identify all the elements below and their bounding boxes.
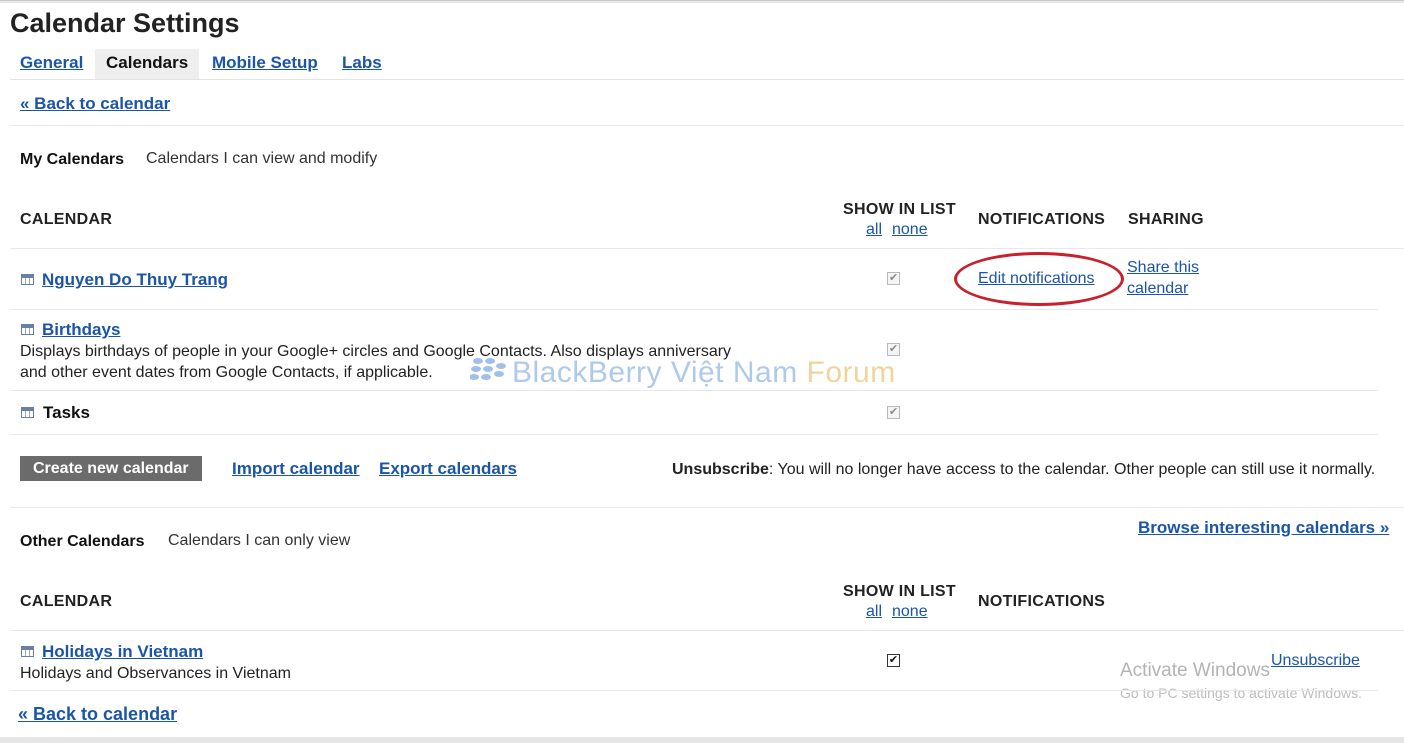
activate-windows-subtitle: Go to PC settings to activate Windows. xyxy=(1120,685,1362,701)
calendar-link-nguyen-do-thuy-trang[interactable]: Nguyen Do Thuy Trang xyxy=(42,270,228,290)
calendar-icon xyxy=(21,407,34,418)
other-calendars-subtitle: Calendars I can only view xyxy=(168,532,351,549)
export-calendars-link[interactable]: Export calendars xyxy=(379,459,517,479)
column-header-notifications: NOTIFICATIONS xyxy=(978,211,1106,228)
column-header-calendar: CALENDAR xyxy=(20,211,113,228)
column-header-sharing: SHARING xyxy=(1128,211,1204,228)
divider xyxy=(10,309,1378,310)
calendar-link-birthdays[interactable]: Birthdays xyxy=(42,320,120,340)
my-calendars-title: My Calendars xyxy=(20,151,125,168)
blackberry-logo-icon xyxy=(470,358,506,380)
my-calendars-subtitle: Calendars I can view and modify xyxy=(146,150,378,167)
divider xyxy=(10,434,1378,435)
column-header-calendar: CALENDAR xyxy=(20,593,113,610)
divider xyxy=(10,630,1404,631)
show-all-link[interactable]: all xyxy=(866,221,882,239)
other-calendars-title: Other Calendars xyxy=(20,533,145,550)
divider xyxy=(10,390,1378,391)
calendar-icon xyxy=(21,324,34,335)
show-none-link[interactable]: none xyxy=(892,221,928,239)
show-in-list-checkbox[interactable]: ✔ xyxy=(887,406,900,419)
calendar-description-line2: and other event dates from Google Contac… xyxy=(20,364,433,381)
page-title: Calendar Settings xyxy=(10,8,240,38)
column-header-show-in-list: SHOW IN LIST xyxy=(843,583,956,600)
divider xyxy=(10,690,1378,691)
tab-mobile-setup[interactable]: Mobile Setup xyxy=(212,49,318,79)
top-border xyxy=(0,0,1404,3)
unsubscribe-note: Unsubscribe: You will no longer have acc… xyxy=(672,461,1375,479)
show-in-list-checkbox[interactable]: ✔ xyxy=(887,654,900,667)
tab-divider xyxy=(10,79,1404,80)
import-calendar-link[interactable]: Import calendar xyxy=(232,459,360,479)
calendar-icon xyxy=(21,646,34,657)
watermark-text: BlackBerry Việt Nam xyxy=(512,356,807,389)
share-this-calendar-link-line2[interactable]: calendar xyxy=(1127,280,1188,298)
back-to-calendar-link-bottom[interactable]: « Back to calendar xyxy=(18,704,177,725)
unsubscribe-note-label: Unsubscribe xyxy=(672,461,769,478)
watermark: BlackBerry Việt Nam Forum xyxy=(512,356,896,390)
activate-windows-title: Activate Windows xyxy=(1120,660,1270,681)
unsubscribe-note-text: : You will no longer have access to the … xyxy=(768,461,1376,478)
calendar-name-tasks: Tasks xyxy=(43,403,90,422)
show-none-link[interactable]: none xyxy=(892,603,928,621)
calendar-icon xyxy=(21,274,34,285)
show-in-list-checkbox[interactable]: ✔ xyxy=(887,272,900,285)
tab-labs[interactable]: Labs xyxy=(342,49,382,79)
divider xyxy=(10,125,1404,126)
show-all-link[interactable]: all xyxy=(866,603,882,621)
bottom-border xyxy=(0,737,1404,743)
browse-interesting-calendars-link[interactable]: Browse interesting calendars » xyxy=(1138,518,1389,538)
calendar-description: Holidays and Observances in Vietnam xyxy=(20,665,291,682)
show-in-list-checkbox[interactable]: ✔ xyxy=(887,343,900,356)
highlight-oval xyxy=(954,252,1124,306)
divider xyxy=(10,248,1404,249)
create-new-calendar-button[interactable]: Create new calendar xyxy=(20,456,202,481)
tab-calendars[interactable]: Calendars xyxy=(95,49,200,79)
column-header-show-in-list: SHOW IN LIST xyxy=(843,201,956,218)
watermark-forum-text: Forum xyxy=(806,356,896,389)
share-this-calendar-link[interactable]: Share this xyxy=(1127,259,1199,277)
calendar-link-holidays-in-vietnam[interactable]: Holidays in Vietnam xyxy=(42,642,203,662)
divider xyxy=(10,507,1404,508)
tab-general[interactable]: General xyxy=(20,49,83,79)
column-header-notifications: NOTIFICATIONS xyxy=(978,593,1106,610)
back-to-calendar-link-top[interactable]: « Back to calendar xyxy=(20,94,170,114)
unsubscribe-link[interactable]: Unsubscribe xyxy=(1271,652,1360,670)
